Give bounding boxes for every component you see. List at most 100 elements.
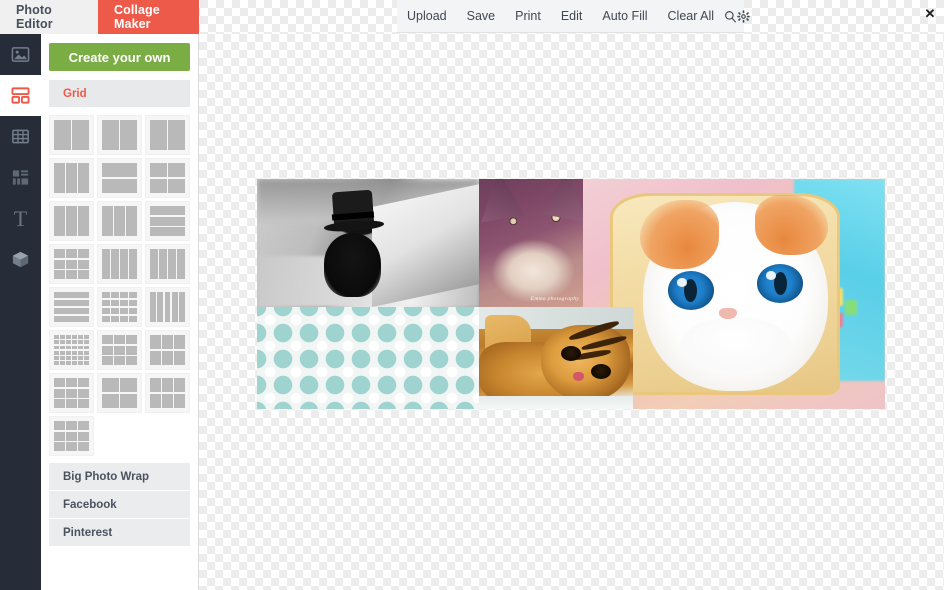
tab-collage-maker[interactable]: Collage Maker — [98, 0, 199, 41]
grid-template-19[interactable] — [49, 373, 94, 413]
photo-a-top-hat — [323, 189, 384, 235]
rail-item-cube[interactable] — [0, 239, 41, 280]
grid-template-12[interactable] — [145, 244, 190, 284]
toolbar-edit-button[interactable]: Edit — [551, 0, 593, 33]
grid-template-21[interactable] — [145, 373, 190, 413]
grid-template-7[interactable] — [49, 201, 94, 241]
grid-template-preview — [54, 206, 89, 236]
grid-template-list — [49, 115, 190, 456]
left-panel: Create your own Grid Big Photo Wrap Face… — [41, 34, 199, 590]
collage-canvas[interactable]: Emma photography — [199, 34, 944, 590]
grid-template-cell — [54, 378, 65, 387]
grid-template-cell — [102, 299, 110, 307]
preset-item-facebook[interactable]: Facebook — [49, 491, 190, 518]
grid-template-cell — [84, 340, 89, 344]
grid-template-cell — [162, 350, 173, 365]
grid-template-13[interactable] — [49, 287, 94, 327]
toolbar-auto-fill-button[interactable]: Auto Fill — [592, 0, 657, 33]
photo-c-nose — [718, 307, 738, 320]
grid-template-cell — [60, 340, 65, 344]
rail-item-layers[interactable] — [0, 157, 41, 198]
grid-template-cell — [150, 227, 185, 236]
grid-template-preview — [54, 249, 89, 279]
toolbar-print-button[interactable]: Print — [505, 0, 551, 33]
grid-template-5[interactable] — [97, 158, 142, 198]
rail-item-text[interactable]: T — [0, 198, 41, 239]
grid-template-cell — [72, 340, 77, 344]
collage-cell-black-kitten-tophat[interactable] — [257, 179, 479, 307]
toolbar-clear-all-button[interactable]: Clear All — [658, 0, 725, 33]
photo-black-kitten-tophat — [257, 179, 479, 307]
grid-template-14[interactable] — [97, 287, 142, 327]
toolbar-save-button[interactable]: Save — [457, 0, 506, 33]
grid-template-16[interactable] — [49, 330, 94, 370]
grid-template-cell — [120, 299, 128, 307]
grid-template-preview — [102, 163, 137, 193]
grid-template-cell — [54, 345, 59, 350]
grid-template-preview — [102, 378, 137, 408]
photo-c-eye-left — [667, 271, 715, 311]
grid-template-10[interactable] — [49, 244, 94, 284]
grid-template-4[interactable] — [49, 158, 94, 198]
search-icon[interactable] — [724, 0, 737, 33]
tab-photo-editor[interactable]: Photo Editor — [0, 0, 98, 34]
grid-template-cell — [54, 315, 89, 322]
grid-template-cell — [78, 249, 89, 258]
grid-template-2[interactable] — [97, 115, 142, 155]
grid-template-6[interactable] — [145, 158, 190, 198]
grid-template-preview — [54, 335, 89, 365]
grid-template-1[interactable] — [49, 115, 94, 155]
collage-cell-purple-cat-portrait[interactable]: Emma photography — [479, 179, 583, 307]
grid-template-cell — [72, 335, 77, 339]
grid-template-cell — [78, 206, 89, 236]
window-close-button[interactable]: ✕ — [922, 5, 938, 21]
grid-template-cell — [164, 292, 171, 322]
grid-template-9[interactable] — [145, 201, 190, 241]
grid-template-cell — [111, 307, 119, 315]
grid-template-cell — [84, 345, 89, 350]
create-your-own-button[interactable]: Create your own — [49, 43, 190, 71]
grid-template-cell — [150, 335, 161, 350]
grid-template-cell — [120, 378, 137, 393]
photo-tabby-cat-lying — [479, 307, 633, 409]
grid-template-cell — [78, 350, 83, 355]
grid-template-preview — [150, 335, 185, 365]
grid-template-cell — [114, 356, 125, 365]
grid-template-20[interactable] — [97, 373, 142, 413]
photo-e-background-bottom — [479, 395, 633, 409]
grid-template-22[interactable] — [49, 416, 94, 456]
grid-template-15[interactable] — [145, 287, 190, 327]
grid-template-cell — [54, 270, 65, 279]
preset-list: Big Photo Wrap Facebook Pinterest — [49, 463, 190, 546]
preset-item-pinterest[interactable]: Pinterest — [49, 519, 190, 546]
collage-cell-tabby-cat-lying[interactable] — [479, 307, 633, 409]
grid-template-cell — [120, 393, 137, 408]
grid-template-cell — [129, 249, 137, 279]
grid-template-11[interactable] — [97, 244, 142, 284]
grid-template-cell — [54, 350, 59, 355]
grid-template-cell — [72, 361, 77, 365]
grid-template-cell — [78, 270, 89, 279]
grid-template-3[interactable] — [145, 115, 190, 155]
section-header-grid[interactable]: Grid — [49, 80, 190, 107]
rail-item-table-grid[interactable] — [0, 116, 41, 157]
grid-template-cell — [111, 292, 119, 299]
collage-cell-teal-pattern[interactable] — [257, 307, 479, 409]
grid-template-preview — [54, 421, 89, 451]
grid-template-cell — [150, 378, 161, 393]
grid-template-18[interactable] — [145, 330, 190, 370]
grid-template-cell — [126, 356, 137, 365]
grid-template-preview — [150, 163, 185, 193]
grid-template-cell — [120, 249, 128, 279]
rail-item-collage[interactable] — [0, 75, 41, 116]
grid-template-preview — [102, 335, 137, 365]
grid-template-cell — [54, 340, 59, 344]
rail-item-photo[interactable] — [0, 34, 41, 75]
toolbar-upload-button[interactable]: Upload — [397, 0, 457, 33]
grid-template-preview — [102, 292, 137, 322]
settings-gear-icon[interactable] — [737, 0, 750, 33]
preset-item-big-photo-wrap[interactable]: Big Photo Wrap — [49, 463, 190, 490]
grid-template-8[interactable] — [97, 201, 142, 241]
grid-template-17[interactable] — [97, 330, 142, 370]
photo-a-kitten-body — [323, 232, 382, 297]
